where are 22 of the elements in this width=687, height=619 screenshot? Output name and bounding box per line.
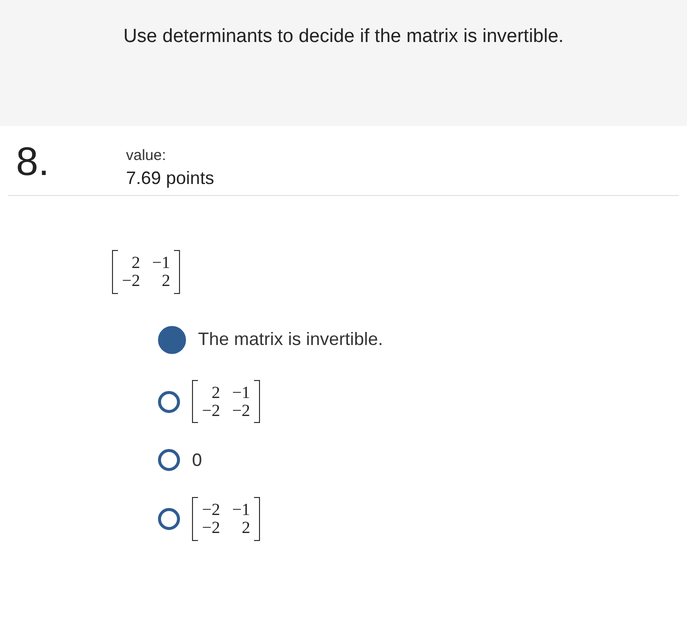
- radio-button[interactable]: [158, 449, 180, 472]
- option-text: The matrix is invertible.: [198, 329, 384, 350]
- matrix-entry: 2: [240, 519, 250, 538]
- matrix-entry: −2: [232, 402, 250, 420]
- question-number: 8.: [15, 142, 50, 182]
- option-text: 0: [192, 450, 202, 471]
- matrix-entry: 2: [130, 254, 140, 272]
- matrix-entry: 2: [160, 272, 170, 290]
- matrix-entry: −1: [232, 384, 250, 402]
- matrix-entry: −2: [122, 272, 140, 290]
- matrix-entry: −2: [202, 501, 220, 520]
- matrix-entry: −2: [202, 402, 220, 420]
- instruction-text: Use determinants to decide if the matrix is invertible.: [123, 26, 564, 49]
- points-value: 7.69 points: [126, 168, 214, 189]
- matrix-entry: −1: [232, 501, 250, 520]
- radio-button[interactable]: [158, 390, 180, 413]
- radio-button[interactable]: [158, 508, 180, 530]
- radio-button[interactable]: [158, 326, 186, 354]
- value-label: value:: [126, 147, 168, 164]
- matrix-entry: −2: [202, 519, 220, 538]
- matrix-entry: −1: [152, 254, 170, 272]
- matrix-entry: 2: [210, 384, 220, 402]
